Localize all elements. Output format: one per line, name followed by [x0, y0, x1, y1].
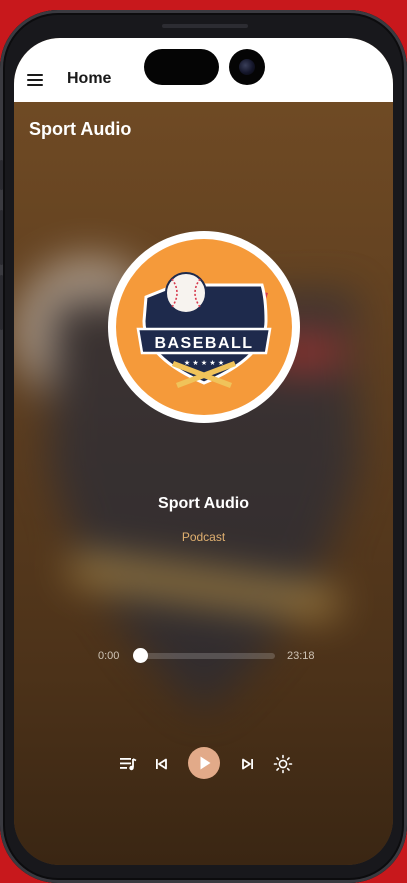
- brightness-button[interactable]: [270, 751, 296, 777]
- skip-previous-icon: [156, 758, 167, 770]
- elapsed-time: 0:00: [98, 650, 120, 662]
- play-button[interactable]: [188, 747, 220, 779]
- speaker-slot: [162, 24, 248, 28]
- playlist-button[interactable]: [115, 751, 141, 777]
- brightness-icon: [273, 754, 293, 774]
- total-time: 23:18: [287, 650, 315, 662]
- dynamic-island: [144, 49, 219, 85]
- album-artwork: BASEBALL ★ ★ ★ ★ ★: [108, 231, 300, 423]
- track-title: Sport Audio: [158, 495, 249, 512]
- progress-slider[interactable]: [140, 653, 275, 659]
- volume-down-button: [0, 275, 3, 330]
- camera-icon: [229, 49, 265, 85]
- artwork-circle: BASEBALL ★ ★ ★ ★ ★: [116, 239, 292, 415]
- svg-text:★ ★ ★ ★ ★: ★ ★ ★ ★ ★: [184, 359, 224, 367]
- menu-icon[interactable]: [27, 74, 43, 86]
- skip-next-icon: [242, 758, 253, 770]
- volume-up-button: [0, 210, 3, 265]
- app-title: Home: [67, 70, 112, 87]
- logo-lettering: BASEBALL: [154, 335, 253, 352]
- track-subtitle: Podcast: [181, 530, 226, 544]
- side-button: [0, 160, 3, 190]
- screen: Home Sport Audio BASEBALL ★ ★ ★ ★ ★ Spor…: [14, 38, 393, 865]
- phone-frame: Home Sport Audio BASEBALL ★ ★ ★ ★ ★ Spor…: [0, 10, 407, 883]
- play-icon: [200, 756, 211, 770]
- baseball-logo: BASEBALL ★ ★ ★ ★ ★: [136, 272, 272, 388]
- playlist-icon: [120, 758, 137, 771]
- next-button[interactable]: [235, 751, 261, 777]
- now-playing-view: Sport Audio BASEBALL ★ ★ ★ ★ ★ Sport Aud…: [14, 102, 393, 865]
- section-title: Sport Audio: [29, 119, 132, 139]
- progress-thumb[interactable]: [133, 648, 148, 663]
- previous-button[interactable]: [148, 751, 174, 777]
